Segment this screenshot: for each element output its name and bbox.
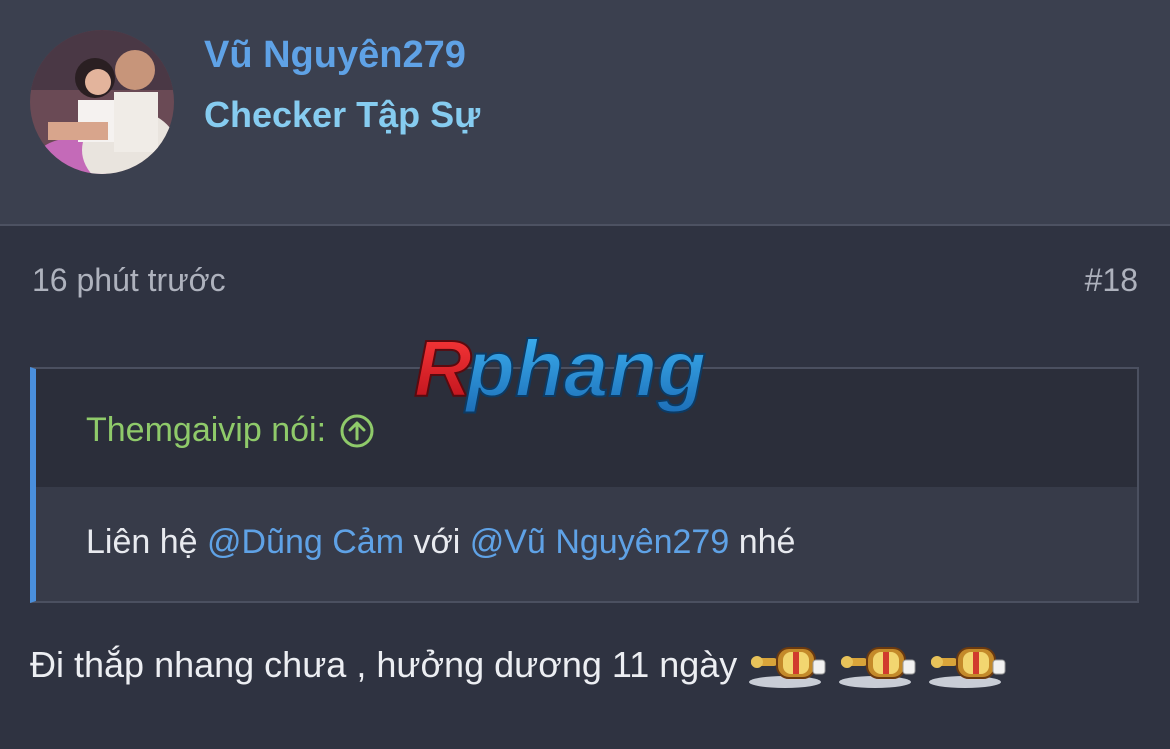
post-message-text: Đi thắp nhang chưa , hưởng dương 11 ngày bbox=[30, 644, 738, 685]
quote-author-link[interactable]: Themgaivip nói: bbox=[86, 411, 374, 450]
incense-smiley-icon bbox=[837, 640, 921, 690]
post-header: Vũ Nguyên279 Checker Tập Sự bbox=[0, 0, 1170, 226]
mention-link[interactable]: @Dũng Cảm bbox=[207, 523, 404, 561]
quote-author-label: Themgaivip nói: bbox=[86, 411, 327, 449]
quote-text: Liên hệ @Dũng Cảm với @Vũ Nguyên279 nhé bbox=[86, 523, 795, 562]
watermark-logo: R phang bbox=[408, 323, 768, 426]
quote-text-middle: với bbox=[404, 523, 470, 561]
post-timestamp[interactable]: 16 phút trước bbox=[32, 262, 226, 299]
arrow-up-circle-icon[interactable] bbox=[340, 414, 374, 448]
quote-text-after: nhé bbox=[729, 523, 796, 561]
avatar[interactable] bbox=[30, 30, 174, 174]
incense-smiley-icon bbox=[747, 640, 831, 690]
watermark-letter-r: R bbox=[414, 326, 472, 413]
mention-link[interactable]: @Vũ Nguyên279 bbox=[470, 523, 729, 561]
post-author-title: Checker Tập Sự bbox=[204, 94, 481, 135]
incense-smiley-icon bbox=[927, 640, 1011, 690]
watermark-letters-rest: phang bbox=[464, 326, 706, 413]
post-number[interactable]: #18 bbox=[1085, 262, 1138, 299]
quote-text-before: Liên hệ bbox=[86, 523, 207, 561]
smiley-group bbox=[747, 640, 1017, 690]
quote-content: Liên hệ @Dũng Cảm với @Vũ Nguyên279 nhé bbox=[36, 487, 1137, 601]
post-message: Đi thắp nhang chưa , hưởng dương 11 ngày bbox=[30, 640, 1017, 690]
post-author-username[interactable]: Vũ Nguyên279 bbox=[204, 34, 466, 77]
